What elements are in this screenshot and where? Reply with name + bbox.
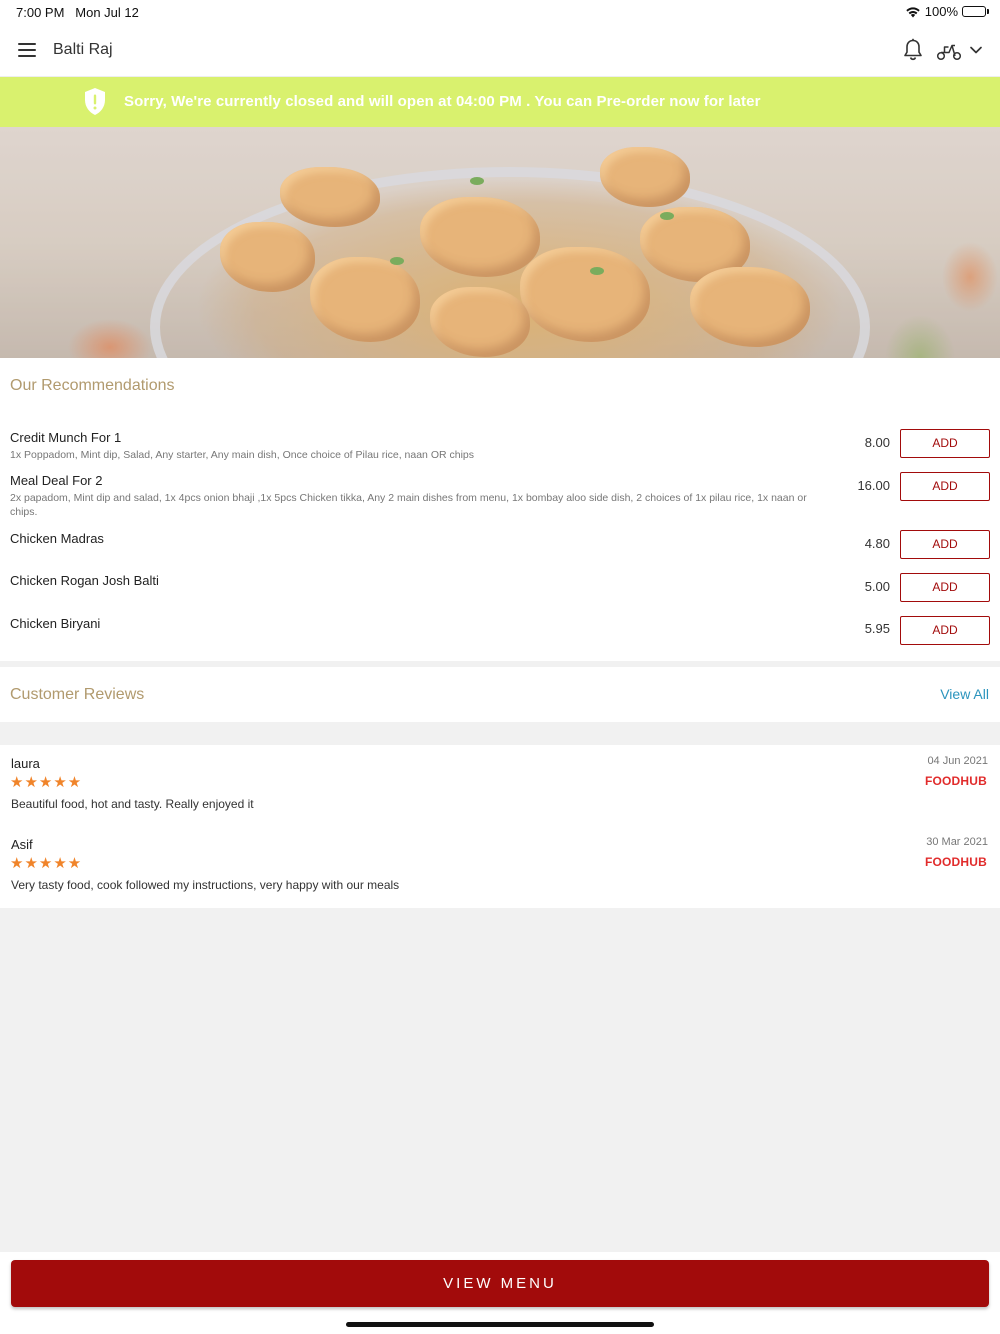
bottom-bar: VIEW MENU bbox=[0, 1252, 1000, 1334]
reviews-title: Customer Reviews bbox=[10, 686, 145, 703]
page-title: Balti Raj bbox=[53, 41, 113, 58]
item-price: 5.00 bbox=[864, 579, 890, 594]
closed-banner: Sorry, We're currently closed and will o… bbox=[0, 77, 1000, 127]
battery-percent: 100% bbox=[924, 4, 958, 19]
item-description: 2x papadom, Mint dip and salad, 1x 4pcs … bbox=[10, 492, 807, 518]
wifi-icon bbox=[906, 6, 920, 17]
foodhub-logo: FOODHUB bbox=[924, 774, 987, 788]
home-indicator bbox=[346, 1322, 654, 1327]
bell-icon[interactable] bbox=[902, 38, 924, 62]
restaurant-hero-image bbox=[0, 127, 1000, 358]
item-price: 16.00 bbox=[857, 478, 890, 493]
item-name: Meal Deal For 2 bbox=[10, 473, 103, 488]
review-item: Asif ★★★★★ Very tasty food, cook followe… bbox=[0, 826, 1000, 906]
foodhub-logo: FOODHUB bbox=[924, 855, 987, 869]
review-author: laura bbox=[11, 756, 40, 771]
item-name: Chicken Biryani bbox=[10, 616, 101, 631]
status-time: 7:00 PM Mon Jul 12 bbox=[16, 5, 139, 20]
add-button[interactable]: ADD bbox=[900, 573, 990, 602]
review-date: 04 Jun 2021 bbox=[927, 755, 988, 767]
reviews-list: laura ★★★★★ Beautiful food, hot and tast… bbox=[0, 745, 1000, 908]
review-text: Very tasty food, cook followed my instru… bbox=[11, 878, 400, 892]
add-button[interactable]: ADD bbox=[900, 616, 990, 645]
item-name: Credit Munch For 1 bbox=[10, 430, 122, 445]
scooter-icon[interactable] bbox=[936, 40, 962, 62]
add-button[interactable]: ADD bbox=[900, 530, 990, 559]
add-button[interactable]: ADD bbox=[900, 429, 990, 458]
banner-message: Sorry, We're currently closed and will o… bbox=[124, 93, 761, 110]
view-menu-button[interactable]: VIEW MENU bbox=[11, 1260, 989, 1307]
view-all-link[interactable]: View All bbox=[940, 686, 989, 702]
review-date: 30 Mar 2021 bbox=[926, 836, 988, 848]
item-name: Chicken Rogan Josh Balti bbox=[10, 573, 159, 588]
menu-icon[interactable] bbox=[18, 43, 36, 57]
rating-stars: ★★★★★ bbox=[10, 774, 83, 791]
recommendations-section: Our Recommendations Credit Munch For 1 1… bbox=[0, 358, 1000, 661]
app-header: Balti Raj bbox=[0, 24, 1000, 77]
shield-alert-icon bbox=[85, 88, 105, 115]
item-description: 1x Poppadom, Mint dip, Salad, Any starte… bbox=[10, 449, 474, 461]
reviews-header: Customer Reviews View All bbox=[0, 667, 1000, 722]
item-price: 8.00 bbox=[864, 435, 890, 450]
rating-stars: ★★★★★ bbox=[10, 855, 83, 872]
review-author: Asif bbox=[11, 837, 33, 852]
review-text: Beautiful food, hot and tasty. Really en… bbox=[11, 797, 254, 811]
status-right: 100% bbox=[905, 4, 989, 19]
chevron-down-icon[interactable] bbox=[969, 43, 983, 57]
recommendations-title: Our Recommendations bbox=[10, 377, 175, 394]
battery-icon bbox=[962, 6, 989, 17]
item-price: 4.80 bbox=[864, 536, 890, 551]
item-name: Chicken Madras bbox=[10, 531, 104, 546]
status-bar: 7:00 PM Mon Jul 12 100% bbox=[0, 0, 1000, 24]
add-button[interactable]: ADD bbox=[900, 472, 990, 501]
review-item: laura ★★★★★ Beautiful food, hot and tast… bbox=[0, 745, 1000, 825]
item-price: 5.95 bbox=[864, 621, 890, 636]
